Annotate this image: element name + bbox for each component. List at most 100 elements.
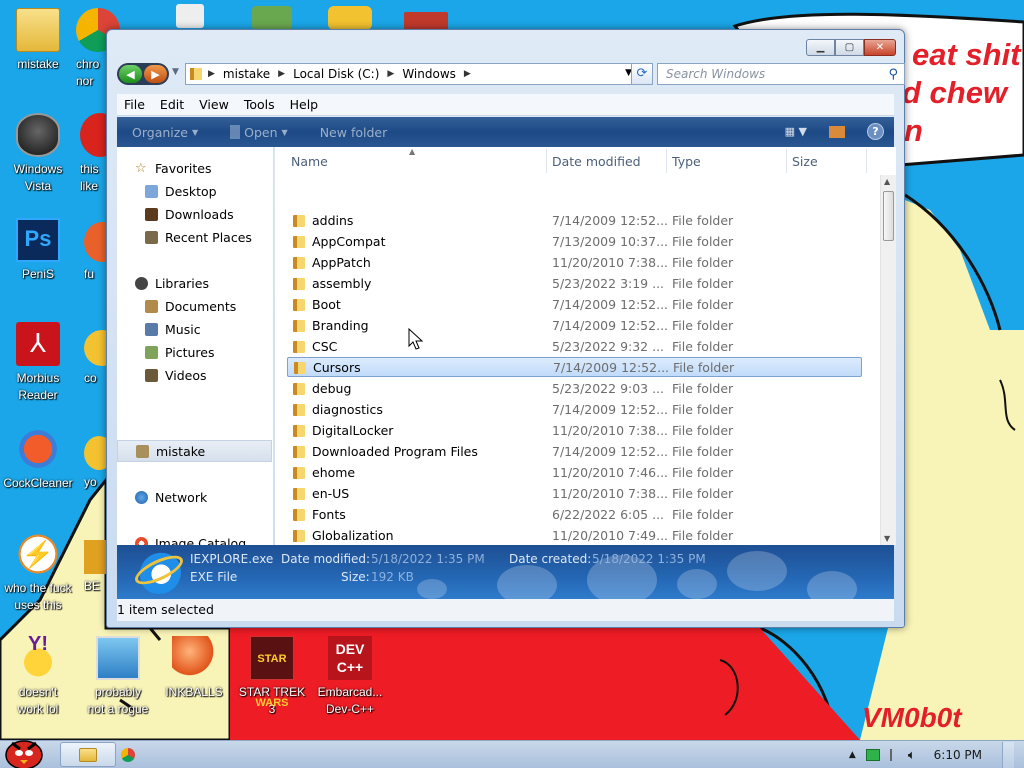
file-type: File folder [673, 360, 735, 375]
nav-label: Libraries [155, 276, 209, 291]
table-row[interactable]: Globalization 11/20/2010 7:49... File fold… [287, 526, 862, 545]
show-hidden-icons-icon[interactable]: ▲ [849, 750, 856, 760]
desktop-icon-yo[interactable]: yo [84, 436, 106, 491]
menu-view[interactable]: View [199, 97, 229, 112]
menu-edit[interactable]: Edit [160, 97, 184, 112]
table-row[interactable]: Branding 7/14/2009 12:52... File folder [287, 316, 862, 336]
desktop-icon-cockcleaner[interactable]: CockCleaner [0, 427, 78, 492]
nav-homegroup-mistake[interactable]: mistake [117, 440, 272, 462]
nav-favorites[interactable]: ☆ Favorites [135, 161, 211, 176]
breadcrumb-separator-icon[interactable]: ▶ [387, 69, 394, 79]
taskbar: ▲ 🔈︎ 6:10 PM [0, 740, 1024, 768]
table-row[interactable]: Boot 7/14/2009 12:52... File folder [287, 295, 862, 315]
breadcrumb-local-disk[interactable]: Local Disk (C:) [293, 67, 379, 81]
desktop-icon-rogue[interactable]: probably not a rogue [78, 636, 158, 718]
desktop-icon-this-like[interactable]: this like [80, 113, 106, 195]
desktop-icon-firefox[interactable]: fu [84, 222, 106, 283]
address-bar[interactable]: ▶ mistake ▶ Local Disk (C:) ▶ Windows ▶ … [185, 63, 637, 85]
partial-shield-icon[interactable] [252, 6, 292, 30]
desktop-icon-be[interactable]: BE [84, 540, 106, 595]
open-button[interactable]: Open ▼ [230, 125, 288, 140]
forward-button[interactable]: ▶ [144, 65, 167, 83]
nav-desktop[interactable]: Desktop [145, 184, 217, 199]
taskbar-chrome-button[interactable] [118, 742, 138, 767]
table-row[interactable]: assembly 5/23/2022 3:19 ... File folder [287, 274, 862, 294]
table-row[interactable]: AppPatch 11/20/2010 7:38... File folder [287, 253, 862, 273]
action-center-flag-icon[interactable] [889, 749, 898, 761]
nav-music[interactable]: Music [145, 322, 201, 337]
desktop-icon-penis[interactable]: Ps PeniS [0, 218, 78, 283]
taskbar-explorer-button[interactable] [60, 742, 116, 767]
table-row[interactable]: debug 5/23/2022 9:03 ... File folder [287, 379, 862, 399]
nav-network[interactable]: Network [135, 490, 207, 505]
nav-recent-places[interactable]: Recent Places [145, 230, 252, 245]
table-row[interactable]: ehome 11/20/2010 7:46... File folder [287, 463, 862, 483]
refresh-button[interactable]: ⟳ [631, 63, 653, 85]
new-folder-button[interactable]: New folder [320, 125, 388, 140]
desktop-icon-star-trek[interactable]: STAR WARS STAR TREK 3 [232, 636, 312, 718]
table-row[interactable]: CSC 5/23/2022 9:32 ... File folder [287, 337, 862, 357]
table-row[interactable]: addins 7/14/2009 12:52... File folder [287, 211, 862, 231]
desktop-icon-morbius-reader[interactable]: ⅄ Morbius Reader [0, 322, 78, 404]
back-button[interactable]: ◀ [119, 65, 142, 83]
nav-videos[interactable]: Videos [145, 368, 207, 383]
desktop-icon-yahoo-messenger[interactable]: Y! doesn't work lol [0, 634, 78, 718]
desktop-icon-inkballs[interactable]: INKBALLS [154, 636, 234, 701]
breadcrumb-separator-icon[interactable]: ▶ [464, 69, 471, 79]
column-header-date[interactable]: Date modified [552, 154, 641, 169]
nav-pictures[interactable]: Pictures [145, 345, 215, 360]
back-arrow-icon: ◀ [126, 67, 135, 81]
table-row[interactable]: DigitalLocker 11/20/2010 7:38... File fold… [287, 421, 862, 441]
menu-tools[interactable]: Tools [244, 97, 275, 112]
partial-red-icon[interactable] [404, 12, 448, 30]
close-button[interactable]: ✕ [864, 39, 896, 56]
table-row[interactable]: Cursors 7/14/2009 12:52... File folder [287, 357, 862, 377]
change-view-icon[interactable]: ▦ ▼ [785, 125, 807, 138]
search-input[interactable]: Search Windows ⚲ [657, 63, 905, 85]
menu-help[interactable]: Help [290, 97, 319, 112]
preview-pane-icon[interactable] [829, 125, 845, 138]
search-icon[interactable]: ⚲ [888, 65, 898, 85]
nav-downloads[interactable]: Downloads [145, 207, 234, 222]
table-row[interactable]: AppCompat 7/13/2009 10:37... File folder [287, 232, 862, 252]
table-row[interactable]: Fonts 6/22/2022 6:05 ... File folder [287, 505, 862, 525]
breadcrumb-mistake[interactable]: mistake [223, 67, 270, 81]
column-header-size[interactable]: Size [792, 154, 818, 169]
column-header-name[interactable]: Name [291, 154, 328, 169]
nav-documents[interactable]: Documents [145, 299, 236, 314]
start-button[interactable] [2, 733, 46, 768]
desktop-icon-dev-cpp[interactable]: DEV C++ Embarcad... Dev-C++ [310, 636, 390, 718]
table-row[interactable]: diagnostics 7/14/2009 12:52... File folder [287, 400, 862, 420]
desktop-icon-who-uses-this[interactable]: ⚡ who the fuck uses this [0, 532, 78, 614]
vertical-scrollbar[interactable]: ▲ ▼ [880, 175, 896, 545]
forward-arrow-icon: ▶ [151, 67, 160, 81]
recent-pages-dropdown[interactable]: ▼ [172, 67, 179, 77]
nav-libraries[interactable]: Libraries [135, 276, 209, 291]
nav-image-catalog[interactable]: Image Catalog [135, 536, 246, 545]
breadcrumb-separator-icon[interactable]: ▶ [208, 69, 215, 79]
menu-file[interactable]: File [124, 97, 145, 112]
show-desktop-button[interactable] [1002, 741, 1014, 768]
scroll-up-icon[interactable]: ▲ [884, 177, 890, 186]
organize-button[interactable]: Organize ▼ [132, 125, 198, 140]
volume-icon[interactable]: 🔈︎ [908, 748, 916, 763]
table-row[interactable]: en-US 11/20/2010 7:38... File folder [287, 484, 862, 504]
taskbar-clock[interactable]: 6:10 PM [934, 748, 982, 762]
desktop-icon-co[interactable]: co [84, 330, 106, 387]
scroll-down-icon[interactable]: ▼ [884, 534, 890, 543]
file-date-modified: 7/14/2009 12:52... [552, 297, 669, 312]
minimize-button[interactable]: ▁ [806, 39, 835, 56]
maximize-button[interactable]: ▢ [835, 39, 864, 56]
help-button[interactable]: ? [867, 123, 884, 140]
search-placeholder: Search Windows [666, 67, 766, 81]
network-status-icon[interactable] [865, 749, 880, 761]
breadcrumb-separator-icon[interactable]: ▶ [278, 69, 285, 79]
desktop-icon-mistake[interactable]: mistake [0, 8, 78, 73]
desktop-icon-windows-vista[interactable]: Windows Vista [0, 113, 78, 195]
breadcrumb-windows[interactable]: Windows [402, 67, 456, 81]
column-header-type[interactable]: Type [672, 154, 701, 169]
scrollbar-thumb[interactable] [883, 191, 894, 241]
table-row[interactable]: Downloaded Program Files 7/14/2009 12:52.… [287, 442, 862, 462]
partial-desktop-icon[interactable] [176, 4, 204, 28]
partial-game-icon[interactable] [328, 6, 372, 30]
